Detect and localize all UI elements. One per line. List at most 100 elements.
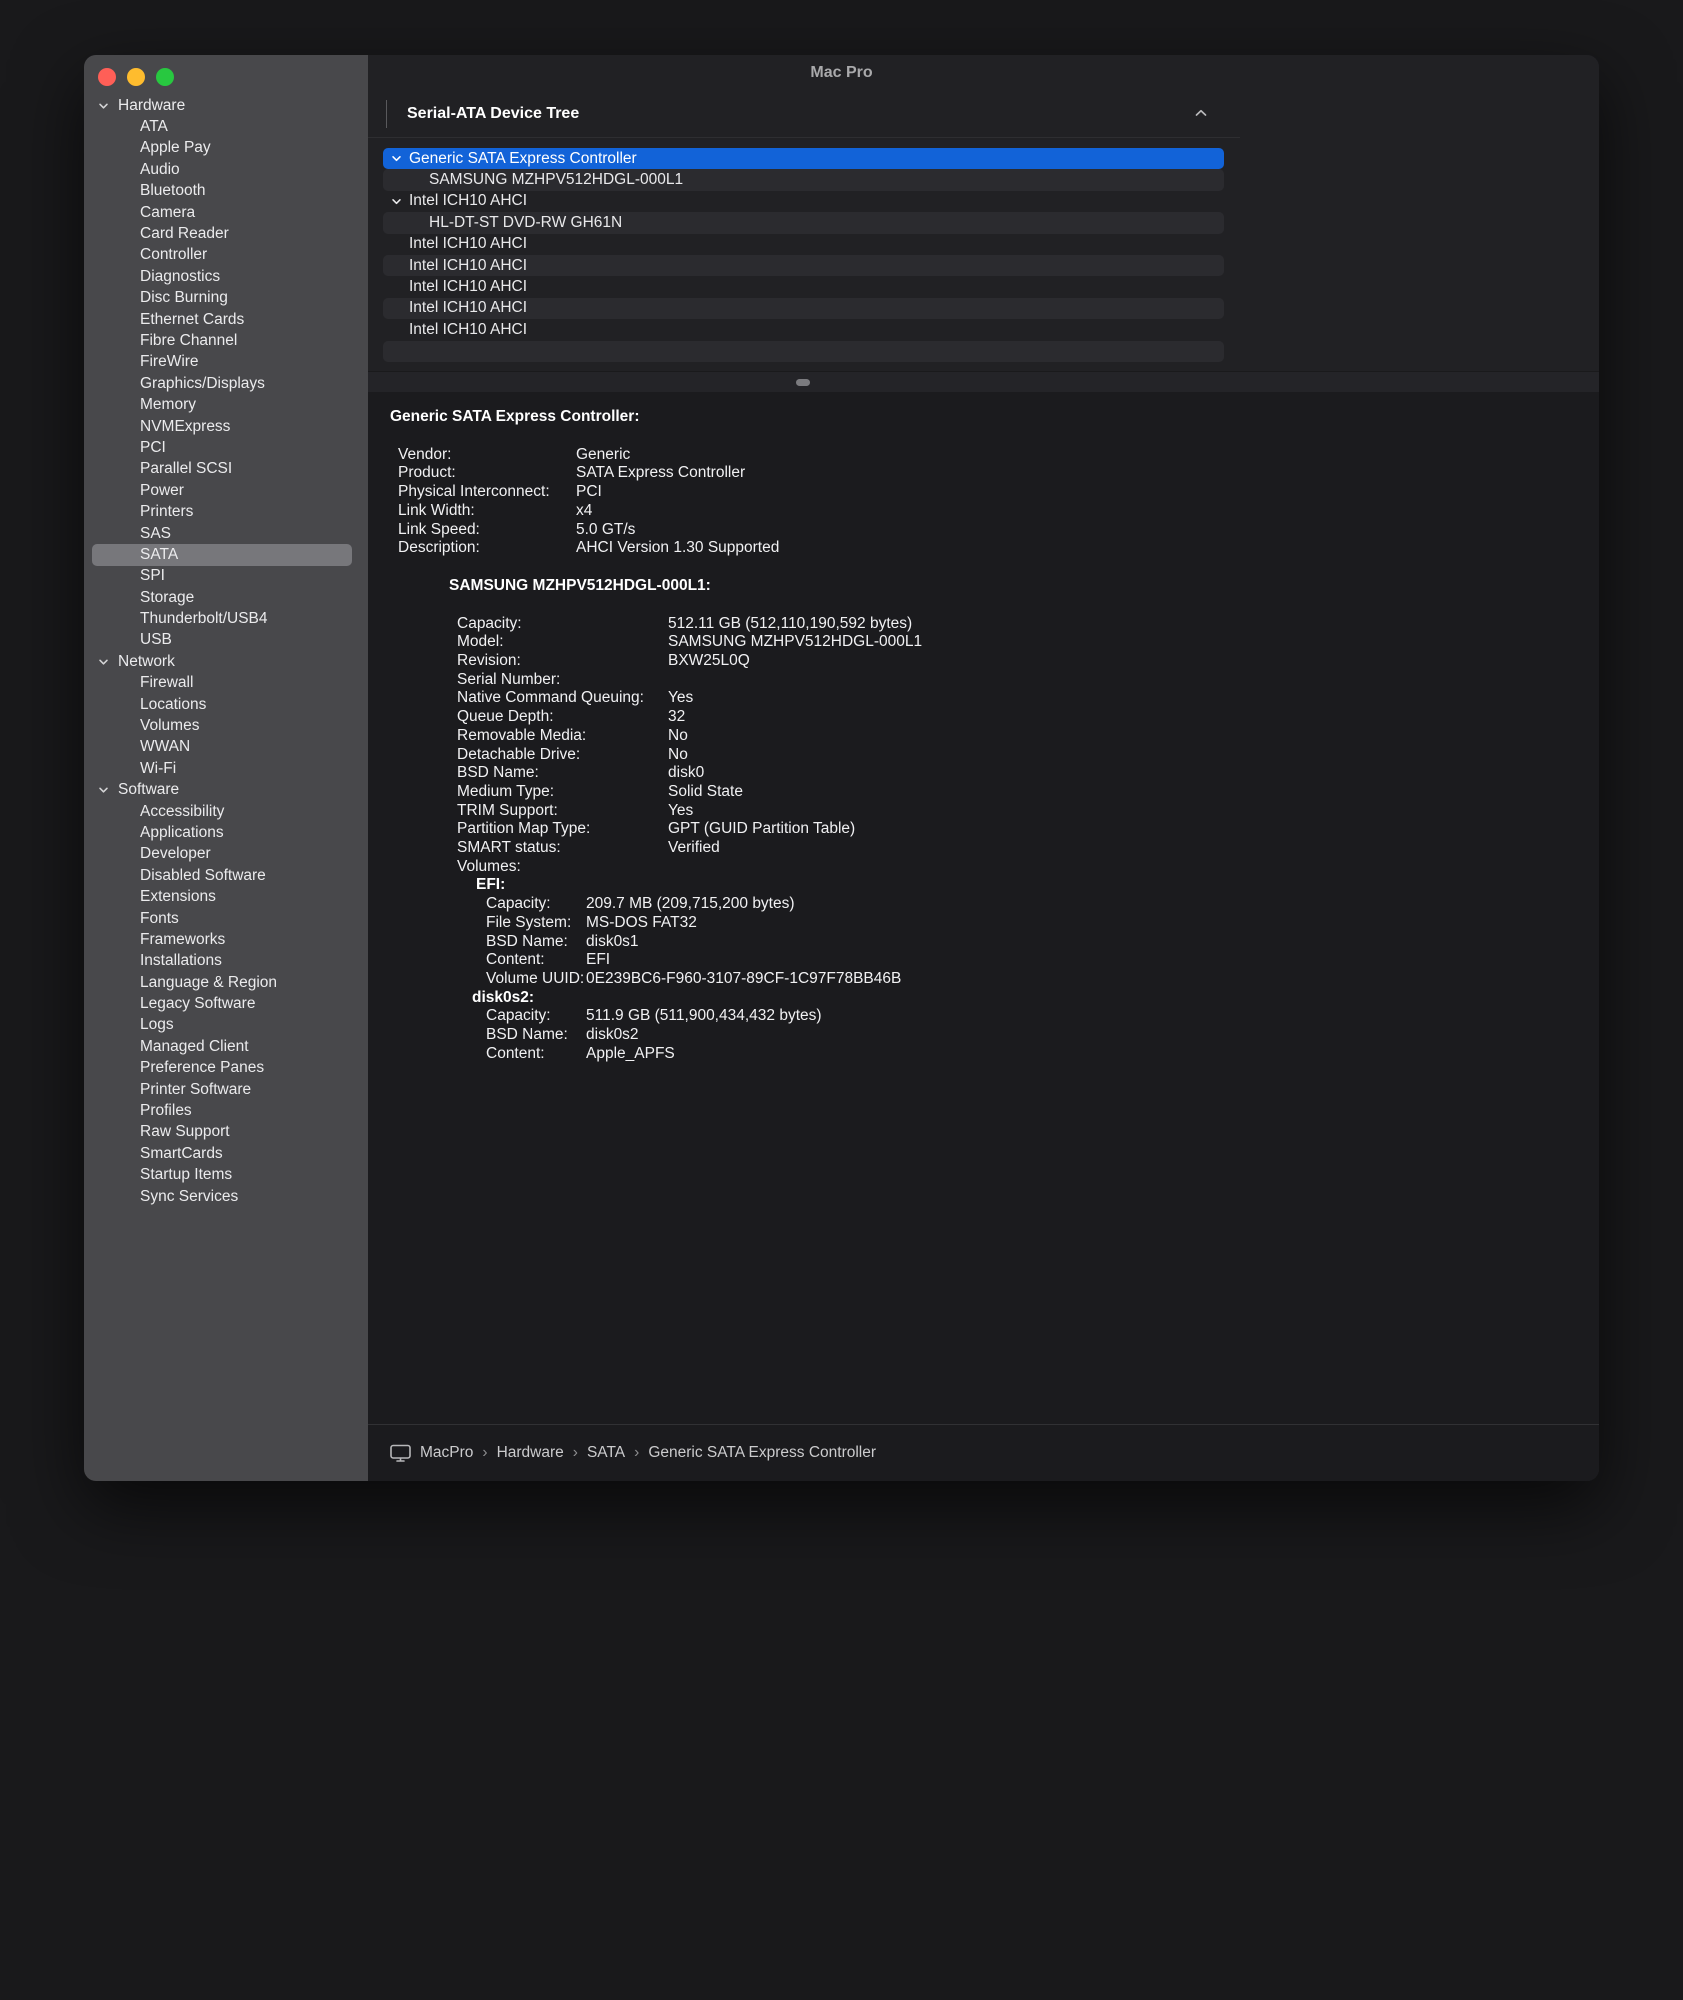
sidebar-item-bluetooth[interactable]: Bluetooth (84, 181, 368, 202)
splitter-handle-icon[interactable] (796, 379, 810, 386)
sidebar-item-apple-pay[interactable]: Apple Pay (84, 138, 368, 159)
device-tree-row-samsung-mzhpv512hdgl-000l1[interactable]: SAMSUNG MZHPV512HDGL-000L1 (383, 169, 1224, 191)
sidebar-item-software[interactable]: Software (84, 780, 368, 801)
detail-row-product: Product: SATA Express Controller (398, 464, 1599, 483)
device-tree-row-generic-sata-express-controller[interactable]: Generic SATA Express Controller (383, 148, 1224, 170)
sidebar-item-logs[interactable]: Logs (84, 1015, 368, 1036)
tree-header: Serial-ATA Device Tree (407, 105, 580, 122)
sidebar-item-volumes[interactable]: Volumes (84, 715, 368, 736)
sidebar-item-developer[interactable]: Developer (84, 844, 368, 865)
sidebar-item-wi-fi[interactable]: Wi-Fi (84, 758, 368, 779)
device-tree-row-label: Intel ICH10 AHCI (409, 320, 528, 338)
sidebar-item-locations[interactable]: Locations (84, 694, 368, 715)
detail-value: Solid State (668, 782, 743, 800)
sidebar-item-label: Logs (140, 1016, 174, 1034)
sidebar-item-raw-support[interactable]: Raw Support (84, 1122, 368, 1143)
sidebar-item-accessibility[interactable]: Accessibility (84, 801, 368, 822)
detail-value: 209.7 MB (209,715,200 bytes) (586, 895, 795, 913)
sidebar-item-legacy-software[interactable]: Legacy Software (84, 993, 368, 1014)
sidebar-item-sync-services[interactable]: Sync Services (84, 1186, 368, 1207)
sidebar-item-applications[interactable]: Applications (84, 822, 368, 843)
sidebar-item-managed-client[interactable]: Managed Client (84, 1036, 368, 1057)
sidebar-item-network[interactable]: Network (84, 651, 368, 672)
device-tree-row-label: Intel ICH10 AHCI (409, 192, 528, 210)
device-tree-row-intel-ich10-ahci[interactable]: Intel ICH10 AHCI (383, 297, 1224, 320)
chevron-down-icon[interactable] (391, 196, 402, 207)
breadcrumb-item-hardware[interactable]: Hardware (497, 1444, 564, 1462)
breadcrumb: MacPro › Hardware › SATA › Generic SATA Expres… (368, 1424, 1599, 1481)
sidebar-item-printers[interactable]: Printers (84, 501, 368, 522)
sidebar-item-disc-burning[interactable]: Disc Burning (84, 288, 368, 309)
sidebar-item-fibre-channel[interactable]: Fibre Channel (84, 330, 368, 351)
sidebar-item-power[interactable]: Power (84, 480, 368, 501)
sidebar-item-camera[interactable]: Camera (84, 202, 368, 223)
detail-value: BXW25L0Q (668, 652, 750, 670)
sidebar-item-graphics-displays[interactable]: Graphics/Displays (84, 373, 368, 394)
sidebar-item-ethernet-cards[interactable]: Ethernet Cards (84, 309, 368, 330)
sidebar-item-extensions[interactable]: Extensions (84, 886, 368, 907)
sidebar-item-firewire[interactable]: FireWire (84, 352, 368, 373)
device-tree-row-intel-ich10-ahci[interactable]: Intel ICH10 AHCI (383, 191, 1224, 212)
device-tree-row-hl-dt-st-dvd-rw-gh61n[interactable]: HL-DT-ST DVD-RW GH61N (383, 212, 1224, 234)
sidebar-item-diagnostics[interactable]: Diagnostics (84, 266, 368, 287)
sidebar-item-frameworks[interactable]: Frameworks (84, 929, 368, 950)
chevron-down-icon[interactable] (98, 785, 109, 796)
chevron-down-icon[interactable] (98, 100, 109, 111)
sidebar-item-label: Profiles (140, 1102, 192, 1120)
sidebar-item-label: Power (140, 481, 184, 499)
detail-row-link-speed: Link Speed: 5.0 GT/s (398, 521, 1599, 540)
sidebar-item-label: Frameworks (140, 930, 226, 948)
sidebar-item-language-region[interactable]: Language & Region (84, 972, 368, 993)
sidebar-item-ata[interactable]: ATA (84, 116, 368, 137)
sidebar-item-preference-panes[interactable]: Preference Panes (84, 1058, 368, 1079)
sidebar-item-wwan[interactable]: WWAN (84, 737, 368, 758)
sidebar-item-pci[interactable]: PCI (84, 437, 368, 458)
sidebar-item-label: ATA (140, 118, 168, 136)
chevron-down-icon[interactable] (98, 656, 109, 667)
chevron-down-icon[interactable] (391, 153, 402, 164)
sidebar-item-sata[interactable]: SATA (84, 544, 368, 566)
sidebar-item-label: Locations (140, 695, 207, 713)
sidebar-item-card-reader[interactable]: Card Reader (84, 223, 368, 244)
sidebar-item-smartcards[interactable]: SmartCards (84, 1143, 368, 1164)
sidebar-item-parallel-scsi[interactable]: Parallel SCSI (84, 459, 368, 480)
sidebar-item-label: Startup Items (140, 1166, 233, 1184)
sidebar-item-installations[interactable]: Installations (84, 951, 368, 972)
detail-row-medium-type: Medium Type: Solid State (457, 783, 1599, 802)
sidebar-item-storage[interactable]: Storage (84, 587, 368, 608)
sidebar-item-sas[interactable]: SAS (84, 523, 368, 544)
breadcrumb-item-sata[interactable]: SATA (587, 1444, 625, 1462)
device-tree-row-intel-ich10-ahci[interactable]: Intel ICH10 AHCI (383, 276, 1224, 297)
sidebar-item-memory[interactable]: Memory (84, 394, 368, 415)
detail-value: GPT (GUID Partition Table) (668, 820, 856, 838)
sidebar-item-label: Hardware (118, 96, 186, 114)
device-tree-row-intel-ich10-ahci[interactable]: Intel ICH10 AHCI (383, 254, 1224, 277)
sidebar-item-disabled-software[interactable]: Disabled Software (84, 865, 368, 886)
sidebar-item-thunderbolt-usb4[interactable]: Thunderbolt/USB4 (84, 608, 368, 629)
sidebar-item-fonts[interactable]: Fonts (84, 908, 368, 929)
detail-value: AHCI Version 1.30 Supported (576, 539, 780, 557)
sidebar-item-startup-items[interactable]: Startup Items (84, 1165, 368, 1186)
detail-key: TRIM Support: (457, 801, 558, 819)
sidebar-item-audio[interactable]: Audio (84, 159, 368, 180)
detail-row-vendor: Vendor: Generic (398, 446, 1599, 465)
sidebar-item-label: Fibre Channel (140, 331, 238, 349)
sidebar-item-nvmexpress[interactable]: NVMExpress (84, 416, 368, 437)
sidebar-item-controller[interactable]: Controller (84, 245, 368, 266)
sidebar-item-firewall[interactable]: Firewall (84, 673, 368, 694)
pane-splitter[interactable] (368, 371, 1599, 393)
sidebar-item-hardware[interactable]: Hardware (84, 95, 368, 116)
breadcrumb-item-generic-sata-express-controller[interactable]: Generic SATA Express Controller (648, 1444, 876, 1462)
device-tree-row-intel-ich10-ahci[interactable]: Intel ICH10 AHCI (383, 319, 1224, 340)
detail-value: No (668, 726, 688, 744)
detail-key: Capacity: (457, 614, 522, 632)
sidebar-item-usb[interactable]: USB (84, 630, 368, 651)
device-tree-row-intel-ich10-ahci[interactable]: Intel ICH10 AHCI (383, 234, 1224, 255)
sidebar-item-profiles[interactable]: Profiles (84, 1100, 368, 1121)
breadcrumb-item-macpro[interactable]: MacPro (420, 1444, 473, 1462)
details-pane: Generic SATA Express Controller: Vendor: G… (368, 392, 1599, 1424)
sidebar-item-spi[interactable]: SPI (84, 566, 368, 587)
sidebar-item-printer-software[interactable]: Printer Software (84, 1079, 368, 1100)
chevron-up-icon[interactable] (1194, 107, 1208, 119)
detail-row-description: Description: AHCI Version 1.30 Supported (398, 539, 1599, 558)
